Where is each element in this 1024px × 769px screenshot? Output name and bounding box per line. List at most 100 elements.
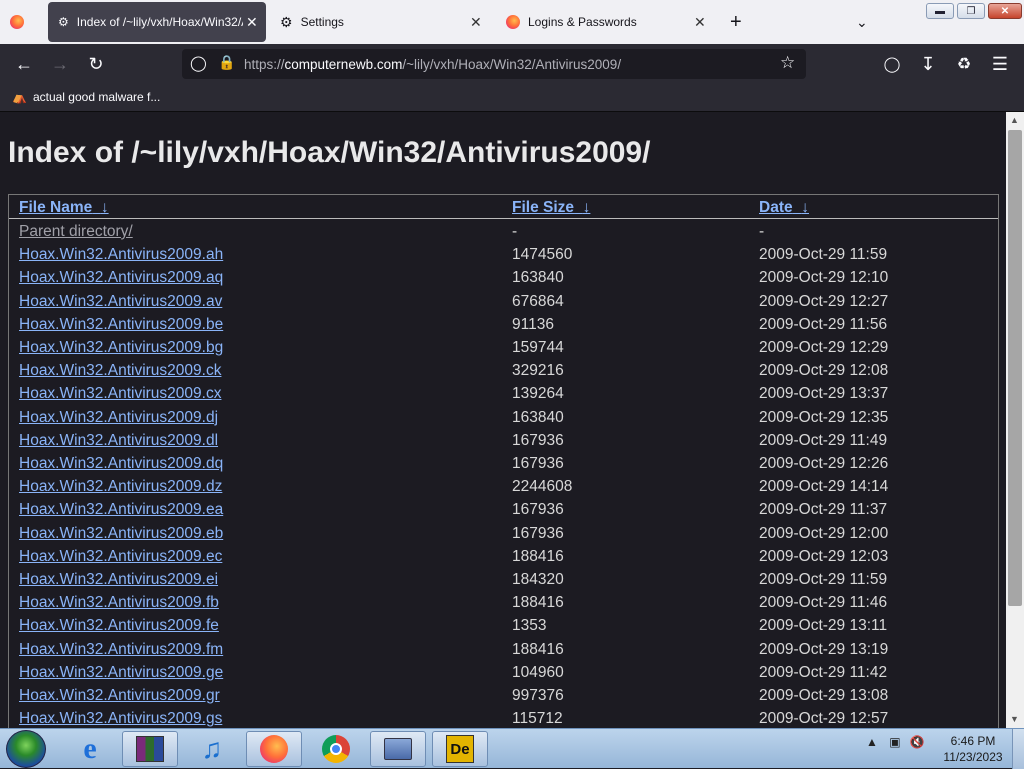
file-date: 2009-Oct-29 14:14 xyxy=(759,478,889,496)
file-date: - xyxy=(759,223,765,240)
file-date: 2009-Oct-29 11:56 xyxy=(759,315,888,333)
file-date: 2009-Oct-29 13:19 xyxy=(759,640,889,658)
sort-by-size-link[interactable]: File Size ↓ xyxy=(512,199,590,217)
scroll-up-arrow-icon[interactable]: ▲ xyxy=(1010,115,1019,125)
file-date: 2009-Oct-29 12:29 xyxy=(759,339,889,356)
file-size: 159744 xyxy=(512,339,564,356)
sort-by-date-link[interactable]: Date ↓ xyxy=(759,199,809,217)
file-date: 2009-Oct-29 13:37 xyxy=(759,385,889,403)
itunes-icon[interactable]: ♫ xyxy=(184,731,240,767)
bookmark-item[interactable]: ⛺ actual good malware f... xyxy=(12,90,160,104)
page-content: Index of /~lily/vxh/Hoax/Win32/Antivirus… xyxy=(0,112,1006,728)
firefox-menu-icon[interactable] xyxy=(10,2,32,42)
table-row: Hoax.Win32.Antivirus2009.fm 188416 2009-Oc… xyxy=(9,638,998,661)
file-link[interactable]: Hoax.Win32.Antivirus2009.dj xyxy=(19,409,218,427)
parent-directory-link[interactable]: Parent directory/ xyxy=(19,223,133,241)
list-tabs-chevron-icon[interactable]: ⌄ xyxy=(856,2,872,42)
close-window-button[interactable]: ✕ xyxy=(988,3,1022,19)
file-link[interactable]: Hoax.Win32.Antivirus2009.cx xyxy=(19,385,221,403)
tab-strip: ⚙ Index of /~lily/vxh/Hoax/Win32/Antivir… xyxy=(0,0,1024,44)
table-row: Hoax.Win32.Antivirus2009.dz 2244608 2009-O… xyxy=(9,475,998,498)
file-link[interactable]: Hoax.Win32.Antivirus2009.fe xyxy=(19,617,219,635)
vertical-scrollbar[interactable]: ▲ ▼ xyxy=(1006,112,1024,728)
file-date: 2009-Oct-29 12:10 xyxy=(759,269,889,287)
network-icon[interactable]: ▣ xyxy=(889,735,900,749)
volume-muted-icon[interactable]: 🔇 xyxy=(910,735,925,749)
file-listing-table: File Name ↓ File Size ↓ Date ↓ Parent di… xyxy=(8,194,999,728)
scroll-down-arrow-icon[interactable]: ▼ xyxy=(1010,714,1019,724)
tab-close-icon[interactable]: ✕ xyxy=(470,14,482,31)
new-tab-button[interactable]: + xyxy=(730,2,750,42)
shield-icon[interactable]: ◯ xyxy=(190,54,207,72)
file-link[interactable]: Hoax.Win32.Antivirus2009.fm xyxy=(19,641,223,659)
file-link[interactable]: Hoax.Win32.Antivirus2009.fb xyxy=(19,594,219,612)
file-link[interactable]: Hoax.Win32.Antivirus2009.dq xyxy=(19,455,223,473)
bookmark-star-icon[interactable]: ☆ xyxy=(780,53,795,73)
start-orb-icon[interactable] xyxy=(6,730,46,768)
file-date: 2009-Oct-29 11:42 xyxy=(759,663,888,681)
reload-icon[interactable]: ↻ xyxy=(84,52,108,76)
file-size: 167936 xyxy=(512,524,564,542)
toolbox-icon[interactable] xyxy=(370,731,426,767)
file-size: 167936 xyxy=(512,455,564,472)
firefox-taskbar-icon[interactable] xyxy=(246,731,302,767)
file-size: 184320 xyxy=(512,571,564,588)
table-row: Hoax.Win32.Antivirus2009.ge 104960 2009-Oc… xyxy=(9,661,998,684)
file-link[interactable]: Hoax.Win32.Antivirus2009.ah xyxy=(19,246,223,264)
tab-close-icon[interactable]: ✕ xyxy=(246,14,258,31)
table-row: Hoax.Win32.Antivirus2009.ea 167936 2009-Oc… xyxy=(9,498,998,521)
file-size: 167936 xyxy=(512,431,564,449)
file-link[interactable]: Hoax.Win32.Antivirus2009.bg xyxy=(19,339,223,357)
tab-close-icon[interactable]: ✕ xyxy=(694,14,706,31)
file-link[interactable]: Hoax.Win32.Antivirus2009.be xyxy=(19,316,223,334)
tab-logins[interactable]: Logins & Passwords ✕ xyxy=(496,2,718,42)
maximize-button[interactable]: ❐ xyxy=(957,3,985,19)
file-link[interactable]: Hoax.Win32.Antivirus2009.dl xyxy=(19,432,218,450)
back-arrow-icon[interactable]: ← xyxy=(12,52,36,76)
file-link[interactable]: Hoax.Win32.Antivirus2009.ec xyxy=(19,548,222,566)
clock[interactable]: 6:46 PM 11/23/2023 xyxy=(938,733,1008,765)
show-hidden-icons-arrow-icon[interactable]: ▲ xyxy=(866,735,878,749)
file-link[interactable]: Hoax.Win32.Antivirus2009.eb xyxy=(19,525,223,543)
show-desktop-button[interactable] xyxy=(1012,729,1024,769)
page-icon: ⚙ xyxy=(58,15,69,29)
sort-by-name-link[interactable]: File Name ↓ xyxy=(19,199,109,217)
file-link[interactable]: Hoax.Win32.Antivirus2009.dz xyxy=(19,478,222,496)
file-link[interactable]: Hoax.Win32.Antivirus2009.gr xyxy=(19,687,220,705)
minimize-button[interactable]: ▬ xyxy=(926,3,954,19)
table-row: Hoax.Win32.Antivirus2009.fb 188416 2009-Oc… xyxy=(9,591,998,614)
table-row: Hoax.Win32.Antivirus2009.aq 163840 2009-Oc… xyxy=(9,266,998,289)
tab-settings[interactable]: ⚙ Settings ✕ xyxy=(272,2,494,42)
file-link[interactable]: Hoax.Win32.Antivirus2009.av xyxy=(19,293,222,311)
extensions-icon[interactable]: ♻ xyxy=(952,52,976,76)
file-link[interactable]: Hoax.Win32.Antivirus2009.aq xyxy=(19,269,223,287)
file-link[interactable]: Hoax.Win32.Antivirus2009.ck xyxy=(19,362,221,380)
table-row: Hoax.Win32.Antivirus2009.gr 997376 2009-Oc… xyxy=(9,684,998,707)
tab-index[interactable]: ⚙ Index of /~lily/vxh/Hoax/Win32/Antivir… xyxy=(48,2,266,42)
clock-date: 11/23/2023 xyxy=(943,750,1003,764)
bookmark-label: actual good malware f... xyxy=(32,90,161,104)
lock-icon[interactable]: 🔒 xyxy=(218,54,235,71)
forward-arrow-icon[interactable]: → xyxy=(48,52,72,76)
file-date: 2009-Oct-29 11:59 xyxy=(759,571,888,588)
pocket-icon[interactable]: ◯ xyxy=(880,52,904,76)
chrome-icon[interactable] xyxy=(308,731,364,767)
url-text[interactable]: https://computernewb.com/~lily/vxh/Hoax/… xyxy=(244,57,621,72)
file-link[interactable]: Hoax.Win32.Antivirus2009.ea xyxy=(19,501,223,519)
file-link[interactable]: Hoax.Win32.Antivirus2009.ei xyxy=(19,571,218,589)
table-row: Hoax.Win32.Antivirus2009.dj 163840 2009-Oc… xyxy=(9,406,998,429)
winrar-icon[interactable] xyxy=(122,731,178,767)
file-date: 2009-Oct-29 12:26 xyxy=(759,455,889,472)
table-row: Hoax.Win32.Antivirus2009.bg 159744 2009-Oc… xyxy=(9,336,998,359)
file-date: 2009-Oct-29 12:57 xyxy=(759,710,889,728)
file-link[interactable]: Hoax.Win32.Antivirus2009.gs xyxy=(19,710,222,728)
scrollbar-thumb[interactable] xyxy=(1008,130,1022,606)
file-link[interactable]: Hoax.Win32.Antivirus2009.ge xyxy=(19,664,223,682)
downloads-icon[interactable]: ↧ xyxy=(916,52,940,76)
internet-explorer-icon[interactable]: e xyxy=(62,731,118,767)
url-bar[interactable]: ◯ 🔒 https://computernewb.com/~lily/vxh/H… xyxy=(182,49,806,79)
menu-hamburger-icon[interactable]: ☰ xyxy=(988,52,1012,76)
file-date: 2009-Oct-29 12:08 xyxy=(759,362,889,380)
de-app-icon[interactable]: De xyxy=(432,731,488,767)
file-size: 115712 xyxy=(512,710,563,728)
